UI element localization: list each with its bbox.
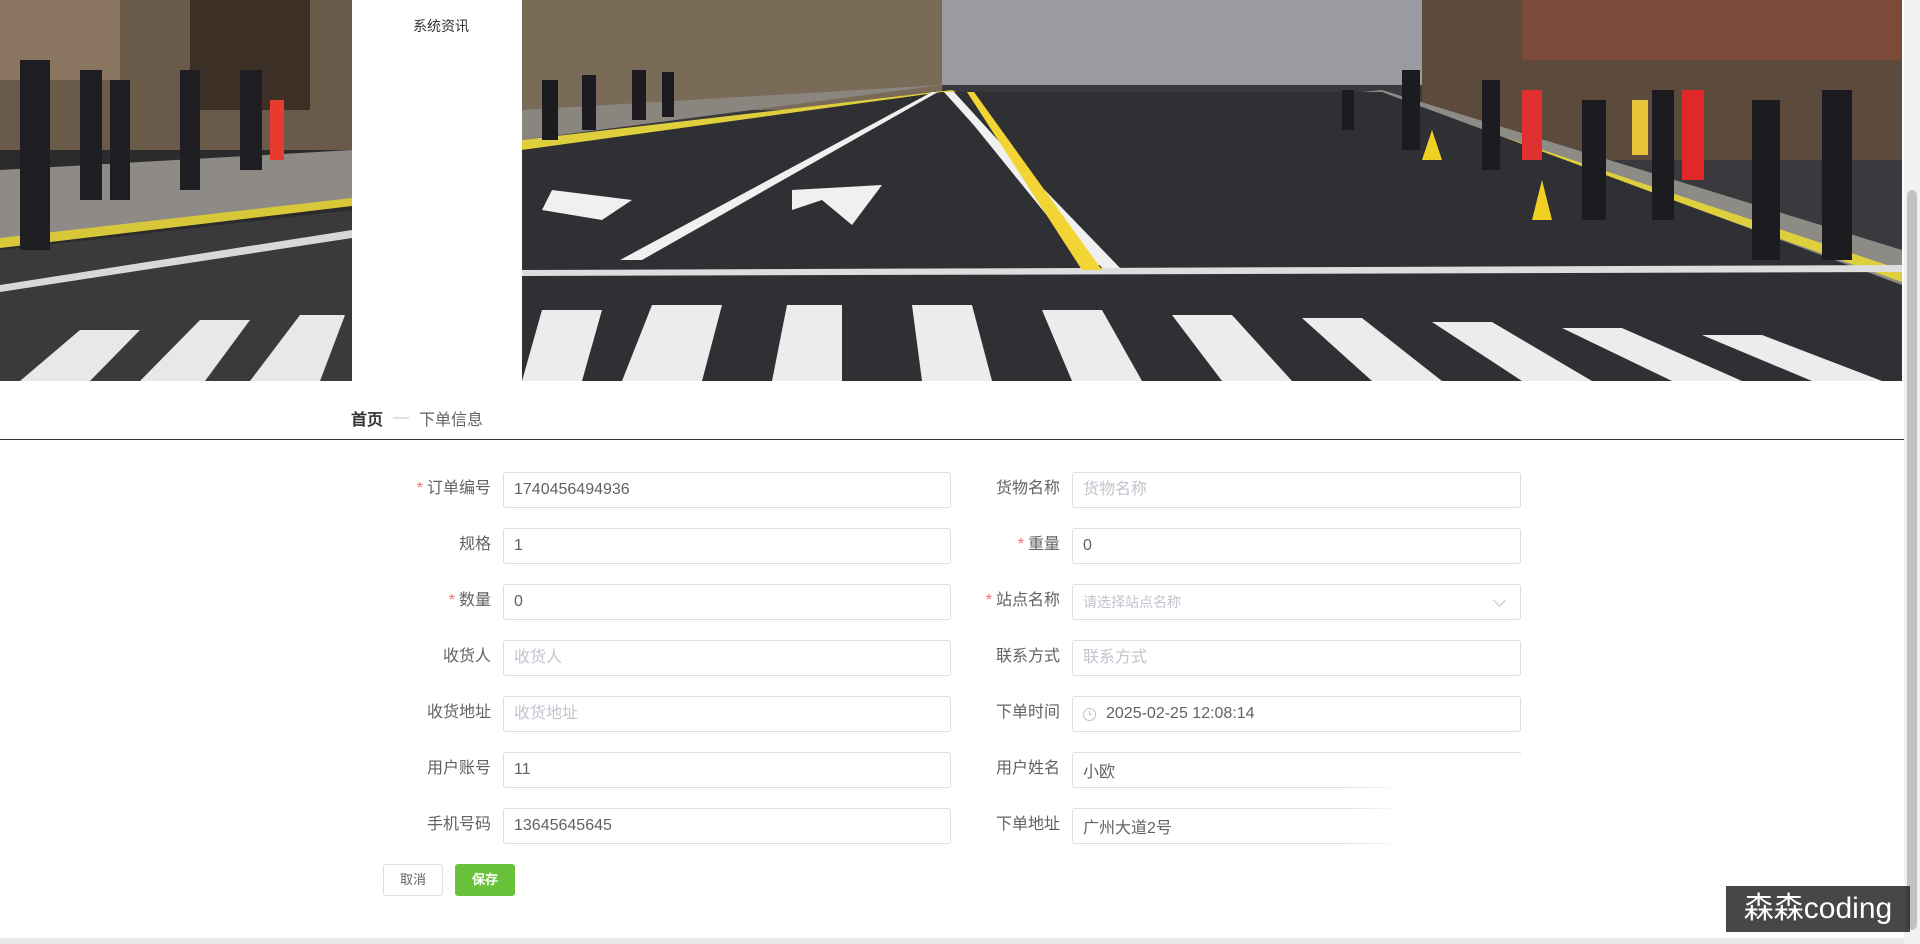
- field-label-order-time: 下单时间: [995, 704, 1060, 721]
- field-label-receiver: 收货人: [442, 648, 491, 665]
- cancel-button[interactable]: 取消: [383, 864, 443, 896]
- form-row: 收货人 联系方式: [0, 640, 1920, 678]
- field-label-goods-name: 货物名称: [995, 480, 1060, 497]
- field-label-quantity: * 数量: [448, 592, 491, 609]
- field-label-user-name: 用户姓名: [995, 760, 1060, 777]
- field-label-weight: * 重量: [1017, 536, 1060, 553]
- form-row: 手机号码 下单地址: [0, 808, 1920, 846]
- banner-image-left: [0, 0, 352, 381]
- station-select-placeholder: 请选择站点名称: [1083, 594, 1181, 610]
- clock-icon: [1083, 707, 1096, 721]
- top-menu-strip: 系统资讯: [352, 0, 522, 381]
- breadcrumb-separator: —: [393, 409, 410, 426]
- field-label-user-account: 用户账号: [426, 760, 491, 777]
- spec-input[interactable]: [503, 528, 951, 564]
- form-row: 收货地址 下单时间 2025-02-25 12:08:14: [0, 696, 1920, 734]
- chevron-down-icon: [1493, 593, 1506, 607]
- contact-input[interactable]: [1072, 640, 1521, 676]
- blurred-overlay: [1345, 755, 1525, 845]
- field-label-spec: 规格: [458, 536, 491, 553]
- phone-input[interactable]: [503, 808, 951, 844]
- receiver-address-input[interactable]: [503, 696, 951, 732]
- breadcrumb: 首页 — 下单信息: [351, 406, 483, 430]
- station-select[interactable]: 请选择站点名称: [1072, 584, 1521, 620]
- quantity-input[interactable]: [503, 584, 951, 620]
- field-label-phone: 手机号码: [426, 816, 491, 833]
- breadcrumb-home[interactable]: 首页: [351, 406, 383, 430]
- user-account-input[interactable]: [503, 752, 951, 788]
- breadcrumb-divider: [0, 439, 1904, 440]
- scrollbar-thumb[interactable]: [1907, 190, 1917, 930]
- vertical-scrollbar[interactable]: [1904, 0, 1920, 944]
- order-time-picker[interactable]: 2025-02-25 12:08:14: [1072, 696, 1521, 732]
- field-label-order-address: 下单地址: [995, 816, 1060, 833]
- watermark: 森森coding: [1726, 886, 1910, 932]
- field-label-contact: 联系方式: [995, 648, 1060, 665]
- form-row: 用户账号 用户姓名: [0, 752, 1920, 790]
- order-time-value: 2025-02-25 12:08:14: [1106, 705, 1255, 722]
- banner-image-right: [522, 0, 1902, 381]
- form-row: *数量 *站点名称 请选择站点名称: [0, 584, 1920, 622]
- form-row: *订单编号 货物名称: [0, 472, 1920, 510]
- goods-name-input[interactable]: [1072, 472, 1521, 508]
- menu-item-news[interactable]: 系统资讯: [352, 16, 530, 36]
- form-row: 规格 *重量: [0, 528, 1920, 566]
- field-label-station: * 站点名称: [985, 592, 1060, 609]
- horizontal-scrollbar[interactable]: [0, 938, 1904, 944]
- breadcrumb-current: 下单信息: [419, 412, 484, 429]
- save-button[interactable]: 保存: [455, 864, 515, 896]
- field-label-order-no: * 订单编号: [416, 480, 491, 497]
- field-label-address: 收货地址: [426, 704, 491, 721]
- receiver-input[interactable]: [503, 640, 951, 676]
- weight-input[interactable]: [1072, 528, 1521, 564]
- order-no-input[interactable]: [503, 472, 951, 508]
